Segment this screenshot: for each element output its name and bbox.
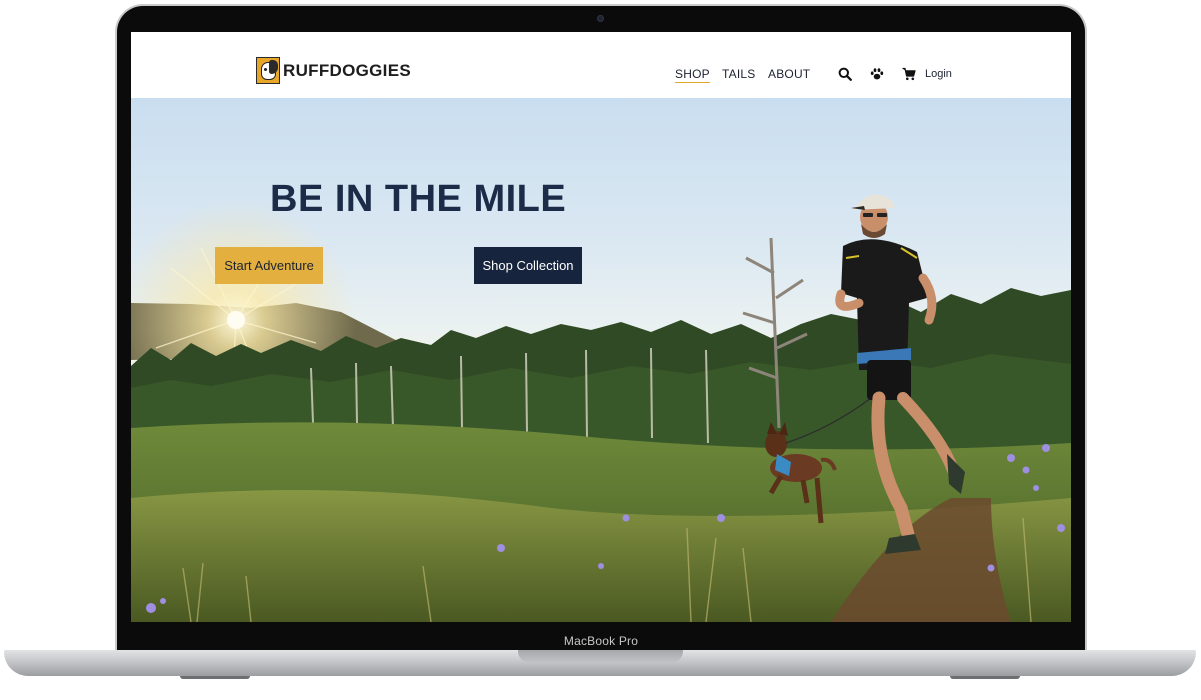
laptop-foot-left — [180, 676, 250, 679]
sun — [227, 311, 245, 329]
laptop-notch — [518, 650, 683, 663]
paw-icon[interactable] — [870, 67, 884, 81]
search-icon[interactable] — [838, 67, 852, 81]
dog-logo-icon — [256, 57, 280, 84]
hero-photo — [131, 194, 1071, 622]
site-logo[interactable]: RUFFDOGGIES — [256, 57, 411, 84]
start-adventure-button[interactable]: Start Adventure — [215, 247, 323, 284]
shop-collection-button[interactable]: Shop Collection — [474, 247, 582, 284]
nav-about[interactable]: ABOUT — [768, 67, 810, 81]
cart-icon[interactable] — [902, 67, 916, 81]
laptop-foot-right — [950, 676, 1020, 679]
site-header: RUFFDOGGIES SHOP TAILS ABOUT Login — [131, 32, 1071, 98]
device-label: MacBook Pro — [563, 634, 639, 648]
hero-title: BE IN THE MILE — [270, 178, 567, 220]
logo-text: RUFFDOGGIES — [283, 60, 411, 80]
nav-shop[interactable]: SHOP — [675, 67, 710, 83]
webcam — [597, 15, 604, 22]
screen: RUFFDOGGIES SHOP TAILS ABOUT Login BE IN… — [131, 32, 1071, 622]
nav-tails[interactable]: TAILS — [722, 67, 755, 81]
hero-banner: BE IN THE MILE Start Adventure Shop Coll… — [131, 98, 1071, 622]
login-link[interactable]: Login — [925, 68, 952, 80]
